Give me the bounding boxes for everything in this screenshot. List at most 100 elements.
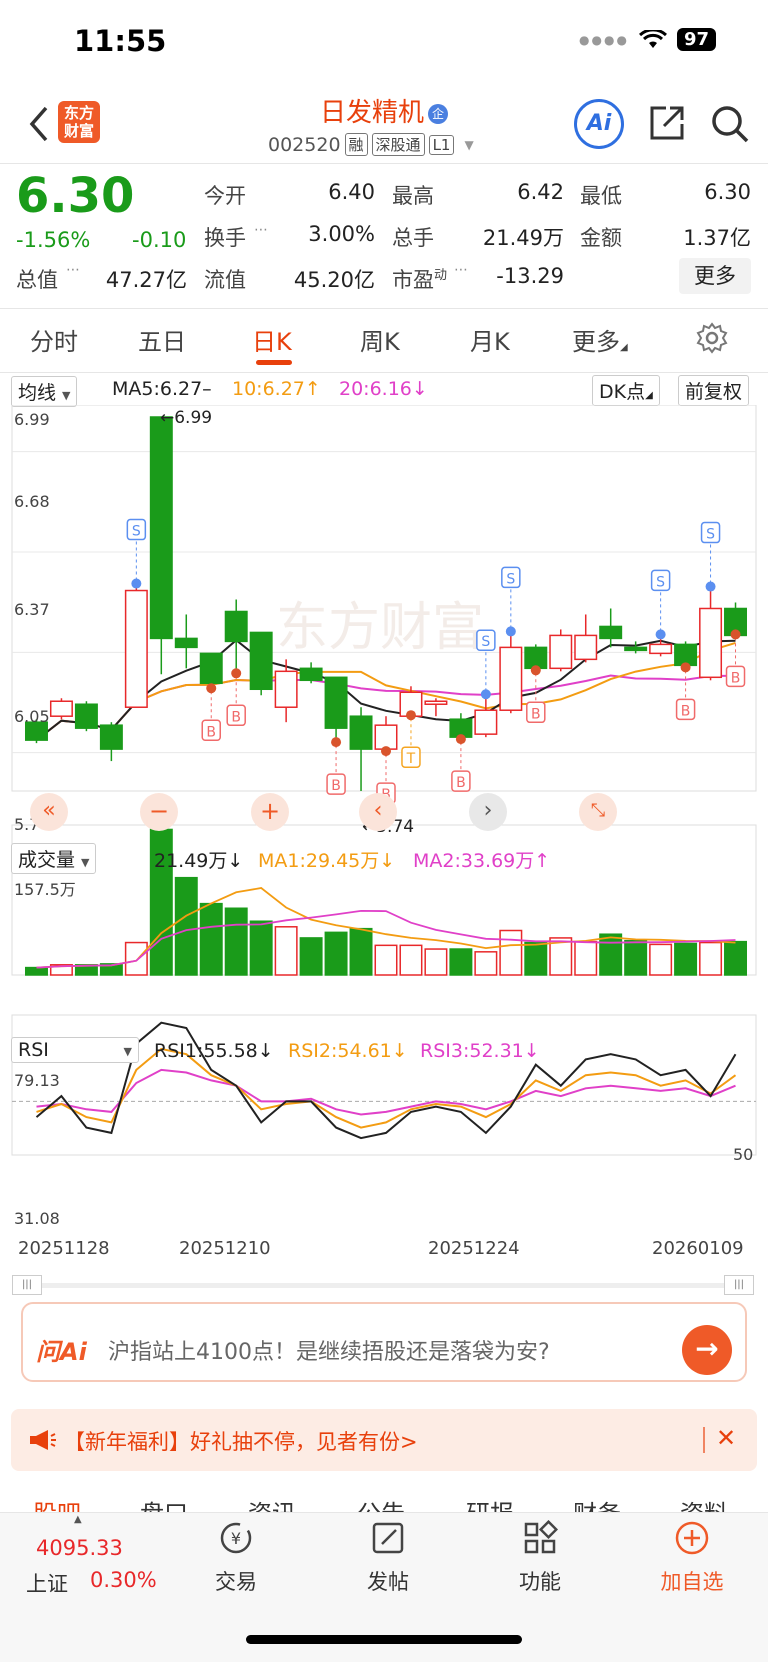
candle-body — [524, 646, 548, 670]
more-button[interactable]: 更多 — [679, 258, 751, 294]
current-price: 6.30 — [16, 168, 135, 224]
zoom-in-icon[interactable]: + — [251, 793, 289, 831]
amount-label: 金额 — [580, 226, 622, 250]
info-icon[interactable]: ⋯ — [66, 262, 80, 278]
volume-bar — [474, 951, 498, 976]
dropdown-arrow-icon: ▼ — [62, 389, 71, 402]
candle-body — [599, 625, 623, 640]
nav-trade[interactable]: ¥ 交易 — [186, 1520, 286, 1596]
marker-dot — [405, 710, 416, 721]
marker-label: S — [506, 571, 515, 587]
tab-monthly-k[interactable]: 月K — [470, 322, 510, 357]
megaphone-icon — [30, 1430, 56, 1450]
stock-name-text: 日发精机 — [319, 98, 424, 128]
dk-point-button[interactable]: DK点◢ — [592, 375, 660, 406]
volume-bar — [724, 940, 748, 976]
candle-body — [474, 709, 498, 735]
tab-daily-k[interactable]: 日K — [252, 322, 292, 357]
info-icon[interactable]: ⋯ — [454, 262, 468, 278]
candle-body — [349, 715, 373, 750]
nav-post[interactable]: 发帖 — [338, 1520, 438, 1596]
adjust-button[interactable]: 前复权 — [678, 375, 750, 406]
volume-value: 21.49万↓ — [154, 850, 244, 872]
change-percent: -1.56% — [16, 228, 91, 252]
tab-five-day[interactable]: 五日 — [138, 322, 186, 357]
marker-dot — [480, 689, 491, 700]
share-icon[interactable] — [648, 104, 686, 142]
nav-add-watchlist[interactable]: 加自选 — [642, 1520, 742, 1596]
dropdown-arrow-icon: ▼ — [123, 1045, 132, 1058]
ai-button[interactable]: Ai — [574, 99, 624, 149]
index-value[interactable]: 4095.33 — [36, 1536, 123, 1560]
tag-margin: 融 — [344, 133, 368, 156]
rsi-max-label: 79.13 — [14, 1071, 60, 1090]
candle-body — [374, 724, 398, 750]
candle-body — [174, 637, 198, 649]
candle-body — [199, 652, 223, 685]
candle-body — [324, 676, 348, 729]
scroll-handle-right[interactable]: ||| — [724, 1275, 754, 1295]
rsi1-legend: RSI1:55.58↓ — [154, 1040, 274, 1062]
candle-body — [424, 700, 448, 705]
candle-body — [99, 724, 123, 750]
next-icon[interactable]: › — [469, 793, 507, 831]
volume-bar — [249, 920, 273, 976]
prev-icon[interactable]: ‹ — [359, 793, 397, 831]
nav-functions[interactable]: 功能 — [490, 1519, 590, 1596]
expand-icon[interactable]: ⤡ — [579, 793, 617, 831]
close-icon[interactable]: ✕ — [716, 1424, 736, 1452]
tab-weekly-k[interactable]: 周K — [360, 322, 400, 357]
arrow-right-icon[interactable]: → — [682, 1325, 732, 1375]
marker-dot — [381, 746, 391, 757]
info-icon[interactable]: ⋯ — [254, 222, 268, 238]
rewind-icon[interactable]: « — [30, 793, 68, 831]
tab-intraday[interactable]: 分时 — [30, 322, 78, 357]
volume-bar — [24, 966, 48, 976]
watermark: 东方财富 — [276, 598, 484, 658]
candle-body — [699, 607, 723, 679]
caret-icon: ◢ — [645, 390, 653, 401]
trade-icon: ¥ — [220, 1522, 252, 1554]
plus-circle-icon — [675, 1521, 709, 1555]
marker-label: B — [206, 724, 216, 740]
volume-label: 总手 — [392, 226, 434, 250]
tab-more[interactable]: 更多◢ — [572, 322, 628, 357]
rsi-min-label: 31.08 — [14, 1209, 60, 1228]
tag-level: L1 — [428, 134, 455, 155]
volume-selector[interactable]: 成交量 ▼ — [11, 843, 97, 874]
mktcap-value: 47.27亿 — [105, 268, 187, 292]
marker-dot — [331, 737, 342, 748]
rsi-selector-label: RSI — [18, 1039, 49, 1061]
ma20-legend: 20:6.16↓ — [339, 378, 428, 400]
stock-code: 002520 — [268, 133, 341, 156]
search-icon[interactable] — [710, 104, 750, 144]
kline-chart[interactable]: 东方财富 SBBBBTBSSBSBSB — [0, 405, 768, 1285]
volume-bar — [574, 940, 598, 976]
dropdown-arrow-icon: ▼ — [81, 856, 90, 869]
rsi-selector[interactable]: RSI ▼ — [11, 1037, 139, 1063]
chart-scrollbar[interactable]: ||| ||| — [12, 1275, 754, 1295]
zoom-out-icon[interactable]: − — [140, 793, 178, 831]
tab-more-label: 更多 — [572, 328, 620, 356]
marker-label: B — [456, 775, 466, 791]
gear-icon[interactable] — [696, 322, 728, 354]
marker-dot — [705, 581, 716, 592]
ma-selector[interactable]: 均线 ▼ — [11, 376, 78, 407]
marker-dot — [206, 683, 217, 694]
vol-ma2-legend: MA2:33.69万↑ — [413, 850, 551, 872]
candle-body — [124, 589, 148, 708]
volume-bar — [449, 948, 473, 976]
index-name: 上证 — [26, 1572, 68, 1596]
home-indicator — [246, 1635, 522, 1644]
stock-subtitle[interactable]: 002520 融 深股通 L1 ▼ — [268, 133, 474, 156]
volume-bar — [174, 876, 198, 976]
banner-text[interactable]: 【新年福利】好礼抽不停，见者有份> — [64, 1426, 418, 1456]
scroll-handle-left[interactable]: ||| — [12, 1275, 42, 1295]
date-label: 20251224 — [428, 1238, 520, 1259]
amount-value: 1.37亿 — [683, 226, 751, 250]
ai-prompt-text[interactable]: 沪指站上4100点！是继续捂股还是落袋为安? — [108, 1334, 550, 1366]
divider — [703, 1427, 705, 1453]
marker-dot — [680, 662, 691, 673]
marker-label: B — [231, 709, 241, 725]
status-icons: ●●●● 97 — [579, 28, 716, 51]
